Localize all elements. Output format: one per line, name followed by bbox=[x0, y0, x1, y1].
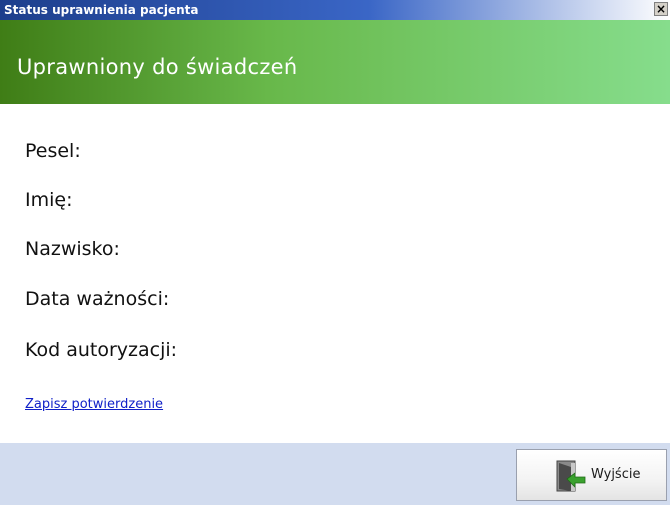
exit-button[interactable]: Wyjście bbox=[516, 449, 667, 501]
save-confirmation-link[interactable]: Zapisz potwierdzenie bbox=[25, 397, 163, 412]
last-name-label: Nazwisko: bbox=[25, 238, 120, 260]
first-name-label: Imię: bbox=[25, 189, 73, 211]
auth-code-label: Kod autoryzacji: bbox=[25, 339, 178, 361]
exit-button-label: Wyjście bbox=[591, 467, 641, 482]
eligibility-status: Uprawniony do świadczeń bbox=[17, 55, 298, 79]
close-button[interactable]: × bbox=[654, 2, 668, 16]
window-titlebar[interactable]: Status uprawnienia pacjenta × bbox=[0, 0, 670, 20]
footer-bar: Wyjście bbox=[0, 443, 670, 505]
valid-until-label: Data ważności: bbox=[25, 288, 170, 310]
window-title: Status uprawnienia pacjenta bbox=[4, 3, 199, 17]
status-banner: Uprawniony do świadczeń bbox=[0, 20, 670, 104]
pesel-label: Pesel: bbox=[25, 140, 81, 162]
exit-door-icon bbox=[556, 460, 586, 492]
close-icon: × bbox=[655, 2, 667, 16]
